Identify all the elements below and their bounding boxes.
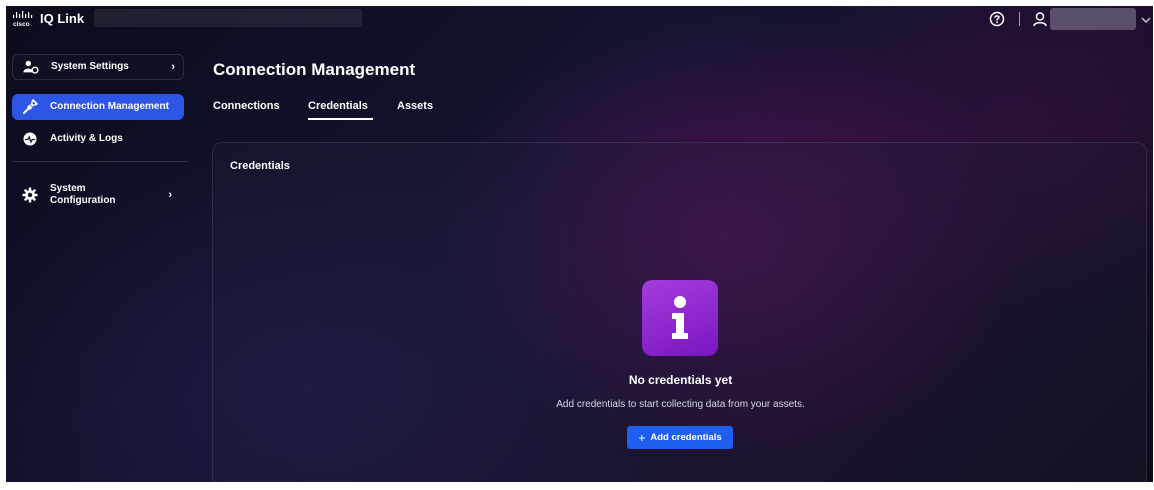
sidebar-item-system-settings[interactable]: System Settings ›	[12, 54, 184, 80]
user-settings-icon	[23, 59, 39, 75]
plug-icon	[22, 99, 38, 115]
redacted-context-label	[94, 9, 362, 27]
add-credentials-label: Add credentials	[650, 432, 722, 443]
redacted-user-name[interactable]	[1050, 8, 1136, 30]
panel-title: Credentials	[230, 160, 290, 172]
gear-icon	[22, 187, 38, 203]
help-icon[interactable]	[989, 11, 1005, 27]
app-window: cisco IQ Link System Settings › Connecti…	[6, 6, 1153, 482]
credentials-panel: Credentials No credentials yet Add crede…	[212, 142, 1147, 482]
app-name: IQ Link	[40, 11, 85, 26]
chevron-down-icon[interactable]	[1140, 13, 1152, 25]
sidebar-item-connection-management[interactable]: Connection Management	[12, 94, 184, 120]
active-tab-indicator	[308, 118, 373, 120]
chevron-right-icon: ›	[168, 189, 172, 201]
sidebar-item-label: Connection Management	[50, 101, 169, 112]
sidebar-item-activity-logs[interactable]: Activity & Logs	[12, 126, 184, 152]
sidebar-item-label: System Configuration	[50, 183, 116, 206]
tab-assets[interactable]: Assets	[397, 100, 433, 112]
sidebar-item-label: Activity & Logs	[50, 133, 123, 144]
cisco-logo: cisco	[12, 9, 38, 29]
header-divider	[1019, 12, 1020, 26]
add-credentials-button[interactable]: + Add credentials	[627, 426, 733, 449]
sidebar-item-system-configuration[interactable]: System Configuration ›	[12, 178, 184, 212]
chevron-right-icon: ›	[171, 61, 175, 73]
plus-icon: +	[638, 430, 646, 445]
empty-state-heading: No credentials yet	[628, 373, 733, 387]
user-icon[interactable]	[1032, 11, 1048, 27]
activity-icon	[22, 131, 38, 147]
page-title: Connection Management	[213, 60, 416, 79]
svg-text:cisco: cisco	[13, 21, 30, 28]
top-bar: cisco IQ Link	[6, 6, 1153, 32]
empty-state-description: Add credentials to start collecting data…	[556, 399, 805, 410]
sidebar-item-label: System Settings	[51, 61, 129, 72]
sidebar-divider	[12, 161, 188, 162]
tab-credentials[interactable]: Credentials	[308, 100, 368, 112]
info-icon	[642, 280, 718, 356]
tab-connections[interactable]: Connections	[213, 100, 280, 112]
